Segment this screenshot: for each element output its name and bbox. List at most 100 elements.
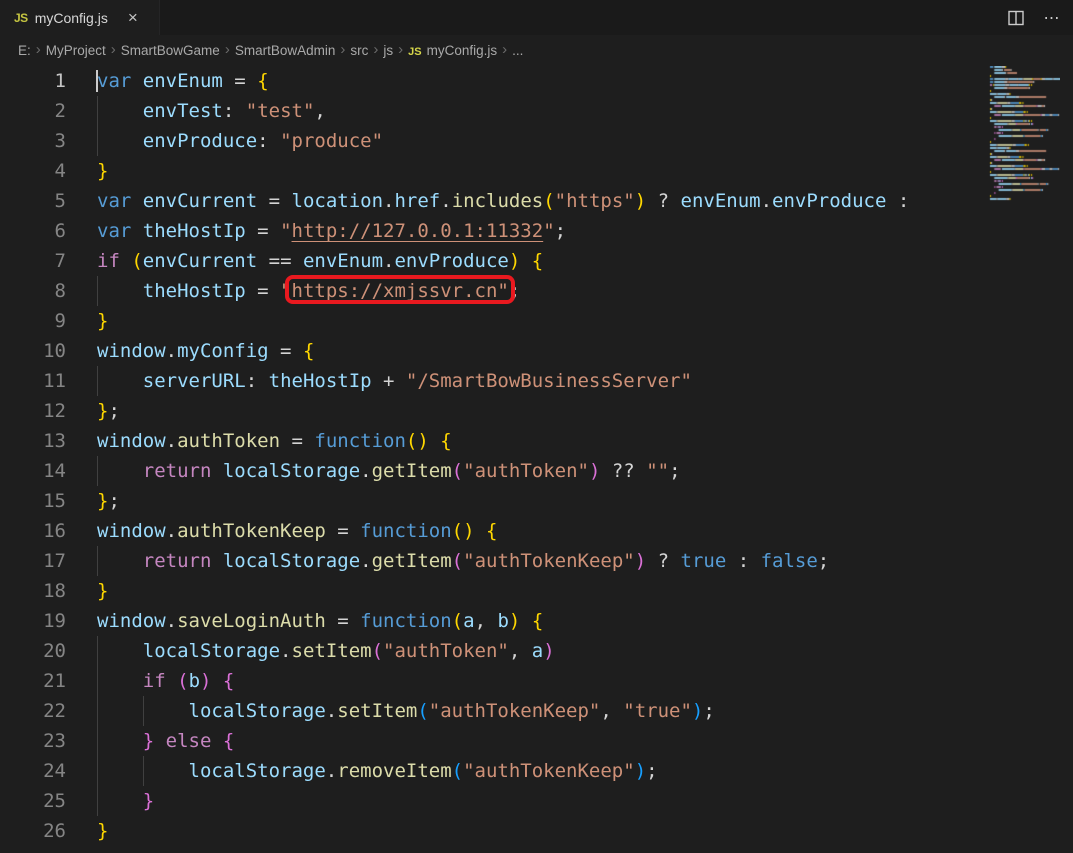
code-text: }; <box>97 396 120 426</box>
breadcrumb: E: › MyProject › SmartBowGame › SmartBowAdmin ›… <box>0 35 1073 66</box>
code-line[interactable]: 7if (envCurrent == envEnum.envProduce) { <box>0 246 1073 276</box>
minimap[interactable] <box>985 66 1073 853</box>
editor-actions: ⋯ <box>1005 0 1063 35</box>
code-line[interactable]: 14 return localStorage.getItem("authToke… <box>0 456 1073 486</box>
breadcrumb-item-[interactable]: ... <box>512 43 523 58</box>
code-line[interactable]: 18} <box>0 576 1073 606</box>
editor[interactable]: 1 var envEnum = {2 envTest: "test",3 envP… <box>0 66 1073 853</box>
code-text: var theHostIp = "http://127.0.0.1:11332"… <box>97 216 566 246</box>
breadcrumb-item-smartbowgame[interactable]: SmartBowGame <box>121 43 220 58</box>
breadcrumb-item-js[interactable]: js <box>383 43 393 58</box>
code-line[interactable]: 3 envProduce: "produce" <box>0 126 1073 156</box>
code-text: localStorage.removeItem("authTokenKeep")… <box>97 756 658 786</box>
code-line[interactable]: 12}; <box>0 396 1073 426</box>
split-editor-button[interactable] <box>1005 7 1027 29</box>
gutter-line-number: 25 <box>0 786 66 816</box>
code-line[interactable]: 2 envTest: "test", <box>0 96 1073 126</box>
breadcrumb-item-smartbowadmin[interactable]: SmartBowAdmin <box>235 43 336 58</box>
gutter-line-number: 5 <box>0 186 66 216</box>
tab-title: myConfig.js <box>35 10 108 26</box>
code-text: localStorage.setItem("authToken", a) <box>97 636 555 666</box>
gutter-line-number: 15 <box>0 486 66 516</box>
code-line[interactable]: 10window.myConfig = { <box>0 336 1073 366</box>
code-line[interactable]: 21 if (b) { <box>0 666 1073 696</box>
code-text: } <box>97 576 108 606</box>
code-text: if (envCurrent == envEnum.envProduce) { <box>97 246 543 276</box>
code-line[interactable]: 27window.clearLoginAuth = function() { <box>0 846 1073 853</box>
gutter-line-number: 14 <box>0 456 66 486</box>
code-line[interactable]: 19window.saveLoginAuth = function(a, b) … <box>0 606 1073 636</box>
gutter-line-number: 26 <box>0 816 66 846</box>
breadcrumb-item-myconfigjs[interactable]: JSmyConfig.js <box>408 43 497 58</box>
code-line[interactable]: 17 return localStorage.getItem("authToke… <box>0 546 1073 576</box>
js-file-icon: JS <box>408 46 421 58</box>
chevron-right-icon: › <box>373 41 378 58</box>
gutter-line-number: 4 <box>0 156 66 186</box>
breadcrumb-item-e[interactable]: E: <box>18 43 31 58</box>
breadcrumb-item-myproject[interactable]: MyProject <box>46 43 106 58</box>
code-text: return localStorage.getItem("authToken")… <box>97 456 681 486</box>
js-file-icon: JS <box>14 11 28 25</box>
breadcrumb-item-src[interactable]: src <box>350 43 368 58</box>
code-line[interactable]: 26} <box>0 816 1073 846</box>
code-text: var envEnum = { <box>97 66 269 96</box>
code-text: var envCurrent = location.href.includes(… <box>97 186 909 216</box>
vscode-window: JS myConfig.js × ⋯ E: › MyProject › SmartBow… <box>0 0 1073 853</box>
code-line[interactable]: 22 localStorage.setItem("authTokenKeep",… <box>0 696 1073 726</box>
code-line[interactable]: 4} <box>0 156 1073 186</box>
code-text: theHostIp = "https://xmjssvr.cn"; <box>97 276 520 306</box>
code-text: } else { <box>97 726 234 756</box>
code-line[interactable]: 5 var envCurrent = location.href.includes… <box>0 186 1073 216</box>
chevron-right-icon: › <box>340 41 345 58</box>
code-line[interactable]: 1 var envEnum = { <box>0 66 1073 96</box>
code-line[interactable]: 8 theHostIp = "https://xmjssvr.cn"; <box>0 276 1073 306</box>
code-line[interactable]: 24 localStorage.removeItem("authTokenKee… <box>0 756 1073 786</box>
chevron-right-icon: › <box>36 41 41 58</box>
code-text: } <box>97 156 108 186</box>
code-line[interactable]: 6var theHostIp = "http://127.0.0.1:11332… <box>0 216 1073 246</box>
tab-bar: JS myConfig.js × ⋯ <box>0 0 1073 35</box>
scrollbar[interactable] <box>1060 66 1073 853</box>
code-line[interactable]: 23 } else { <box>0 726 1073 756</box>
gutter-line-number: 16 <box>0 516 66 546</box>
gutter-line-number: 12 <box>0 396 66 426</box>
gutter-line-number: 23 <box>0 726 66 756</box>
code-text: if (b) { <box>97 666 234 696</box>
more-actions-button[interactable]: ⋯ <box>1041 7 1063 29</box>
code-text: window.authTokenKeep = function() { <box>97 516 497 546</box>
gutter-line-number: 8 <box>0 276 66 306</box>
minimap-canvas[interactable] <box>988 66 1060 846</box>
ellipsis-icon: ⋯ <box>1044 8 1061 28</box>
code-text: window.authToken = function() { <box>97 426 452 456</box>
gutter-line-number: 1 <box>0 66 66 96</box>
red-annotation-box: https://xmjssvr.cn" <box>292 280 509 302</box>
code-text: } <box>97 786 154 816</box>
code-line[interactable]: 9} <box>0 306 1073 336</box>
code-text: }; <box>97 486 120 516</box>
code-line[interactable]: 13window.authToken = function() { <box>0 426 1073 456</box>
code-text: localStorage.setItem("authTokenKeep", "t… <box>97 696 715 726</box>
code-line[interactable]: 11 serverURL: theHostIp + "/SmartBowBusi… <box>0 366 1073 396</box>
gutter-line-number: 18 <box>0 576 66 606</box>
editor-tab-myconfig[interactable]: JS myConfig.js × <box>0 0 160 35</box>
text-cursor <box>96 70 98 92</box>
code-text: envProduce: "produce" <box>97 126 383 156</box>
code-line[interactable]: 20 localStorage.setItem("authToken", a) <box>0 636 1073 666</box>
code-text: window.saveLoginAuth = function(a, b) { <box>97 606 543 636</box>
code-text: serverURL: theHostIp + "/SmartBowBusines… <box>97 366 692 396</box>
code-line[interactable]: 15}; <box>0 486 1073 516</box>
gutter-line-number: 21 <box>0 666 66 696</box>
code-text: window.clearLoginAuth = function() { <box>97 846 509 853</box>
gutter-line-number: 11 <box>0 366 66 396</box>
chevron-right-icon: › <box>225 41 230 58</box>
tab-close-button[interactable]: × <box>125 8 141 27</box>
gutter-line-number: 17 <box>0 546 66 576</box>
gutter-line-number: 24 <box>0 756 66 786</box>
gutter-line-number: 22 <box>0 696 66 726</box>
code-line[interactable]: 25 } <box>0 786 1073 816</box>
code-line[interactable]: 16 window.authTokenKeep = function() { <box>0 516 1073 546</box>
split-editor-icon <box>1006 8 1026 28</box>
chevron-right-icon: › <box>398 41 403 58</box>
gutter-line-number: 10 <box>0 336 66 366</box>
gutter-line-number: 9 <box>0 306 66 336</box>
